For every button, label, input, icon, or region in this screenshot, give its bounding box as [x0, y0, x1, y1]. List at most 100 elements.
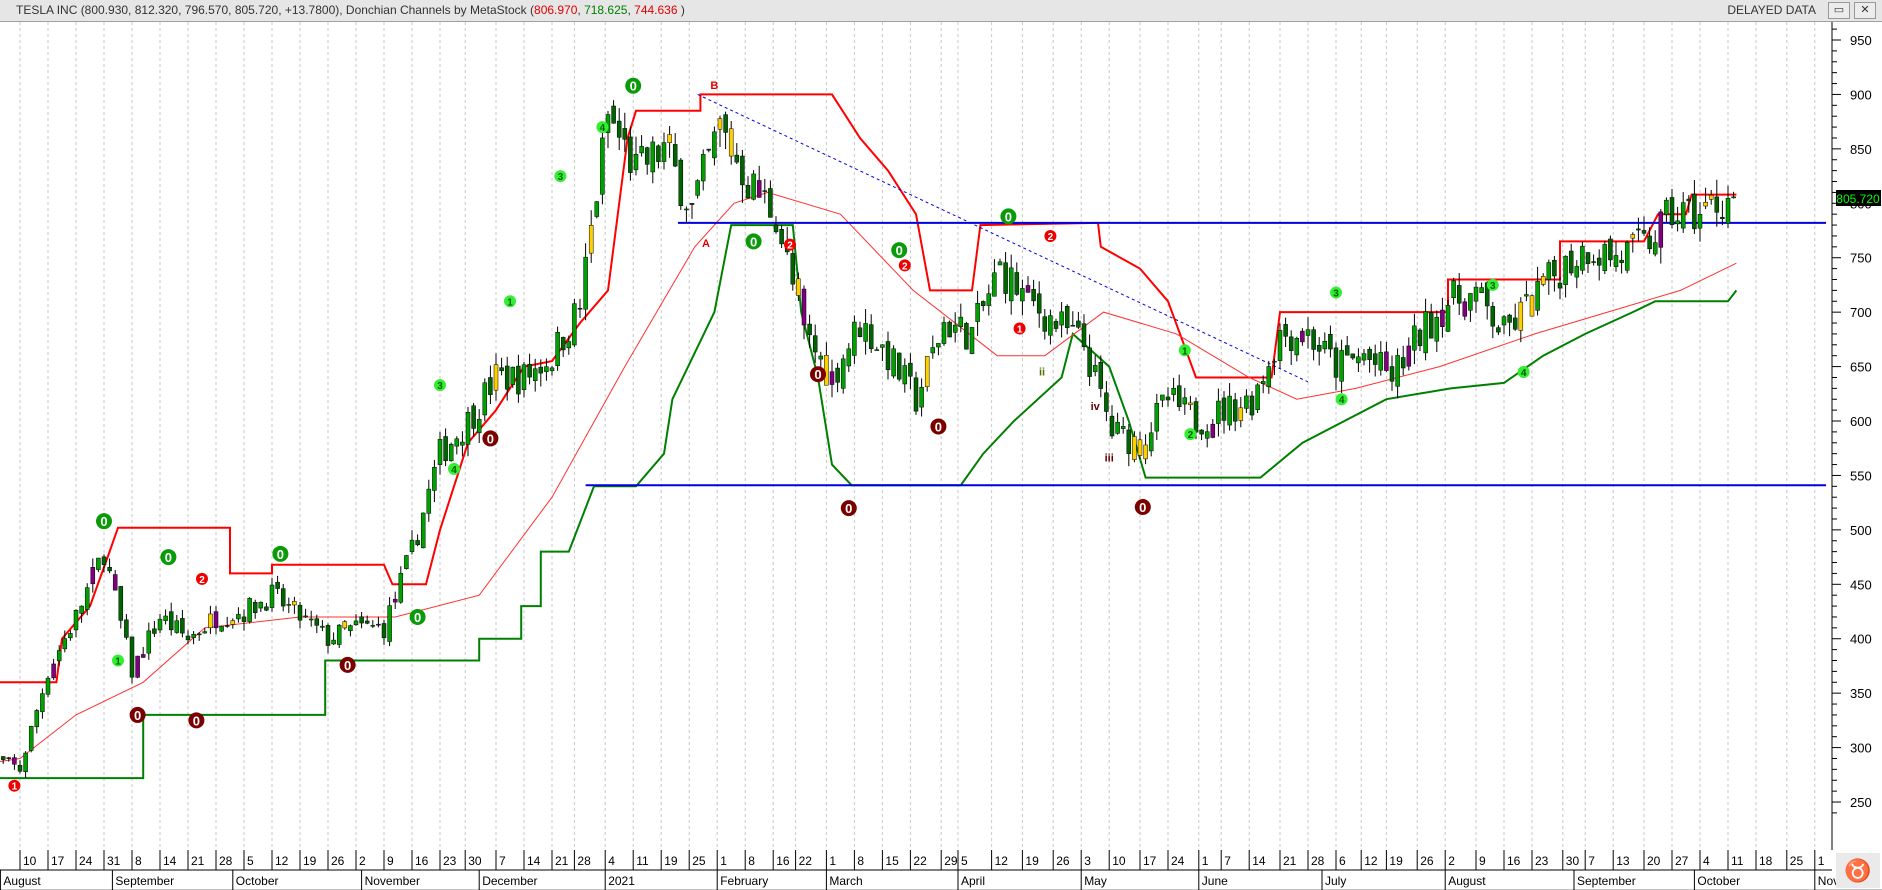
candle-body: [1451, 280, 1456, 299]
candle-body: [908, 362, 913, 377]
candle-body: [1333, 347, 1339, 378]
candle-body: [482, 382, 488, 416]
x-tick-label: 1: [720, 854, 727, 868]
delayed-data-label: DELAYED DATA: [1727, 3, 1816, 17]
candle-body: [1445, 305, 1451, 332]
candle-body: [448, 443, 454, 462]
wave-count-label: 1: [12, 782, 18, 793]
candle-body: [1036, 293, 1042, 314]
candle-body: [1440, 309, 1445, 327]
candle-body: [650, 141, 656, 173]
x-month-label: February: [720, 874, 768, 888]
candle-body: [1619, 259, 1624, 263]
wave-marker-label: 0: [630, 79, 637, 94]
x-tick-label: 21: [555, 854, 569, 868]
candle-body: [1501, 316, 1507, 326]
candle-body: [420, 512, 426, 549]
candle-body: [1456, 285, 1462, 304]
candle-body: [1664, 199, 1669, 215]
candle-body: [152, 628, 157, 634]
candle-body: [930, 347, 936, 354]
candle-body: [208, 613, 213, 629]
candle-body: [1148, 432, 1154, 452]
candle-body: [751, 173, 756, 200]
y-tick-label: 950: [1850, 33, 1872, 48]
candle-body: [1266, 366, 1272, 387]
wave-marker-label: 0: [935, 419, 942, 434]
wave-count-label: 4: [1521, 368, 1527, 379]
candle-body: [202, 631, 208, 634]
wave-count-label: 1: [507, 297, 513, 308]
candle-body: [1076, 320, 1081, 328]
candle-body: [577, 307, 583, 310]
candle-body: [885, 341, 891, 371]
candle-body: [1557, 282, 1563, 289]
restore-icon[interactable]: ▭: [1828, 2, 1850, 19]
last-price-label: 805.720: [1836, 192, 1880, 206]
y-tick-label: 700: [1850, 305, 1872, 320]
candle-body: [1204, 431, 1210, 439]
candle-body: [135, 655, 140, 678]
wave-count-label: 1: [115, 657, 121, 668]
candle-body: [1322, 340, 1328, 350]
candle-body: [1652, 242, 1658, 255]
wave-count-label: 2: [1188, 430, 1194, 441]
chart-title: TESLA INC (800.930, 812.320, 796.570, 80…: [16, 3, 685, 17]
candle-body: [997, 261, 1003, 266]
x-tick-label: 3: [1084, 854, 1091, 868]
candle-body: [1524, 294, 1529, 297]
candle-body: [68, 633, 73, 639]
x-tick-label: 13: [1616, 854, 1630, 868]
x-tick-label: 11: [1731, 854, 1744, 868]
wave-count-label: 2: [1048, 232, 1054, 243]
wave-marker-label: 0: [896, 243, 903, 258]
x-tick-label: 21: [1283, 854, 1297, 868]
candle-body: [1104, 392, 1109, 412]
candle-body: [947, 321, 952, 338]
wave-marker-label: 0: [814, 367, 821, 382]
y-axis: 2503003504004505005506006507007508008509…: [1831, 22, 1872, 850]
candle-body: [1283, 324, 1288, 337]
x-tick-label: 23: [443, 854, 457, 868]
candle-body: [398, 573, 404, 603]
candle-body: [773, 224, 779, 233]
candle-body: [807, 323, 812, 336]
candle-body: [684, 208, 689, 211]
candle-body: [1507, 314, 1512, 323]
candle-body: [1081, 323, 1087, 348]
candle-body: [213, 611, 219, 629]
x-month-label: July: [1325, 874, 1346, 888]
candle-body: [919, 387, 924, 408]
candle-body: [1703, 201, 1708, 207]
x-tick-label: 10: [1112, 854, 1126, 868]
x-tick-label: 14: [1252, 854, 1266, 868]
candle-body: [241, 616, 247, 622]
candle-body: [941, 322, 947, 344]
candle-body: [516, 365, 521, 395]
wave-marker-label: 0: [165, 550, 172, 565]
candle-body: [1031, 288, 1036, 302]
x-tick-label: 4: [1703, 854, 1710, 868]
candle-body: [1311, 329, 1316, 350]
candle-body: [1064, 306, 1070, 328]
y-tick-label: 500: [1850, 523, 1872, 538]
candle-body: [73, 609, 79, 631]
candle-body: [572, 303, 577, 346]
candle-body: [1496, 327, 1501, 333]
wave-text-label: ii: [1039, 366, 1045, 378]
x-axis: 10 17 24 31 8 14 21 28 5 12 19 26 2 9 16 23 30 7 14 21 28 4 11…: [0, 850, 1882, 890]
x-month-label: November: [365, 874, 420, 888]
candle-body: [1490, 306, 1496, 327]
price-chart[interactable]: 0000000000000000112341342221123434BAivii…: [0, 22, 1882, 890]
close-icon[interactable]: ✕: [1854, 2, 1876, 19]
candle-body: [958, 316, 964, 328]
chart-title-bar: TESLA INC (800.930, 812.320, 796.570, 80…: [0, 0, 1882, 22]
x-tick-label: 4: [608, 854, 615, 868]
candle-body: [370, 625, 376, 627]
candle-body: [594, 201, 600, 217]
candle-body: [600, 137, 605, 195]
candle-body: [96, 557, 101, 570]
wave-count-label: 3: [1490, 281, 1496, 292]
candle-body: [532, 368, 538, 381]
candle-body: [527, 363, 532, 378]
